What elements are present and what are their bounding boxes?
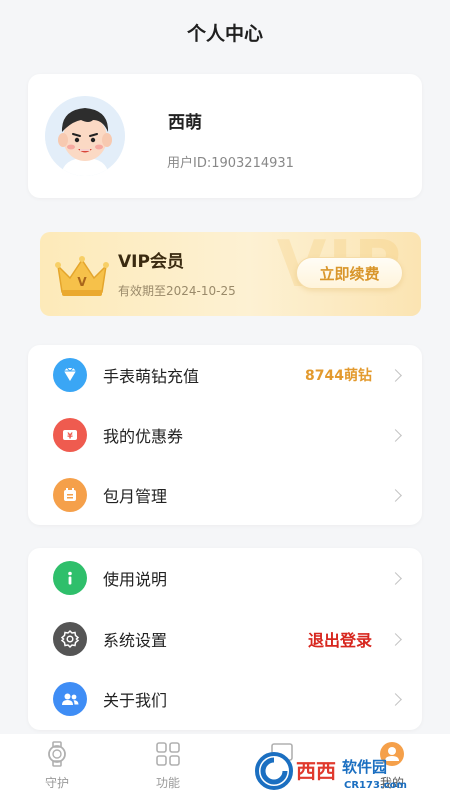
tab-label: 守护 bbox=[44, 776, 69, 790]
tab-guard[interactable]: 守护 bbox=[27, 740, 87, 798]
menu-item-diamond-recharge[interactable]: 手表萌钻充值 8744萌钻 bbox=[28, 345, 422, 405]
watermark-brand2: 软件园 bbox=[342, 758, 387, 776]
diamond-balance: 8744萌钻 bbox=[305, 368, 372, 384]
svg-text:¥: ¥ bbox=[67, 432, 73, 441]
calendar-icon bbox=[53, 478, 87, 512]
chevron-right-icon bbox=[389, 571, 402, 585]
vip-title: VIP会员 bbox=[118, 252, 184, 272]
chevron-right-icon bbox=[389, 428, 402, 442]
crown-letter: V bbox=[77, 275, 87, 289]
menu-item-system-settings[interactable]: 系统设置 退出登录 bbox=[28, 609, 422, 669]
info-icon bbox=[53, 561, 87, 595]
user-id: 用户ID:1903214931 bbox=[167, 156, 294, 171]
diamond-icon bbox=[53, 358, 87, 392]
renew-button[interactable]: 立即续费 bbox=[296, 257, 403, 289]
vip-expire-date: 有效期至2024-10-25 bbox=[118, 284, 236, 298]
vip-banner[interactable]: VIP V VIP会员 有效期至2024-10-25 立即续费 bbox=[40, 232, 421, 316]
profile-card[interactable]: 西萌 用户ID:1903214931 bbox=[28, 74, 422, 198]
username: 西萌 bbox=[168, 113, 202, 133]
menu-item-label: 关于我们 bbox=[103, 691, 168, 710]
menu-item-label: 包月管理 bbox=[103, 487, 168, 506]
users-icon bbox=[53, 682, 87, 716]
watermark-brand: 西西 bbox=[296, 759, 336, 783]
menu-group-settings: 使用说明 系统设置 退出登录 关于我们 bbox=[28, 548, 422, 730]
menu-item-label: 系统设置 bbox=[103, 631, 168, 650]
gear-icon bbox=[53, 622, 87, 656]
menu-item-label: 使用说明 bbox=[103, 570, 168, 589]
crown-icon: V bbox=[55, 256, 109, 296]
menu-item-instructions[interactable]: 使用说明 bbox=[28, 548, 422, 608]
grid-icon bbox=[156, 742, 180, 766]
chevron-right-icon bbox=[389, 692, 402, 706]
menu-item-about-us[interactable]: 关于我们 bbox=[28, 669, 422, 729]
menu-item-coupons[interactable]: ¥ 我的优惠券 bbox=[28, 405, 422, 465]
tab-features[interactable]: 功能 bbox=[138, 740, 198, 798]
chevron-right-icon bbox=[389, 368, 402, 382]
tab-label: 功能 bbox=[155, 776, 180, 790]
chevron-right-icon bbox=[389, 488, 402, 502]
site-watermark-logo: 西西 软件园 CR173.com bbox=[255, 752, 407, 791]
chevron-right-icon bbox=[389, 632, 402, 646]
coupon-icon: ¥ bbox=[53, 418, 87, 452]
page-title: 个人中心 bbox=[186, 22, 263, 45]
menu-item-label: 我的优惠券 bbox=[103, 427, 184, 446]
logout-button[interactable]: 退出登录 bbox=[308, 627, 372, 651]
watch-icon bbox=[48, 741, 66, 767]
menu-item-monthly-subscription[interactable]: 包月管理 bbox=[28, 465, 422, 525]
avatar-boy-icon bbox=[45, 96, 125, 176]
avatar[interactable] bbox=[45, 96, 125, 176]
watermark-url: CR173.com bbox=[344, 780, 407, 791]
menu-group-account: 手表萌钻充值 8744萌钻 ¥ 我的优惠券 包月管理 bbox=[28, 345, 422, 525]
menu-item-label: 手表萌钻充值 bbox=[103, 367, 200, 386]
